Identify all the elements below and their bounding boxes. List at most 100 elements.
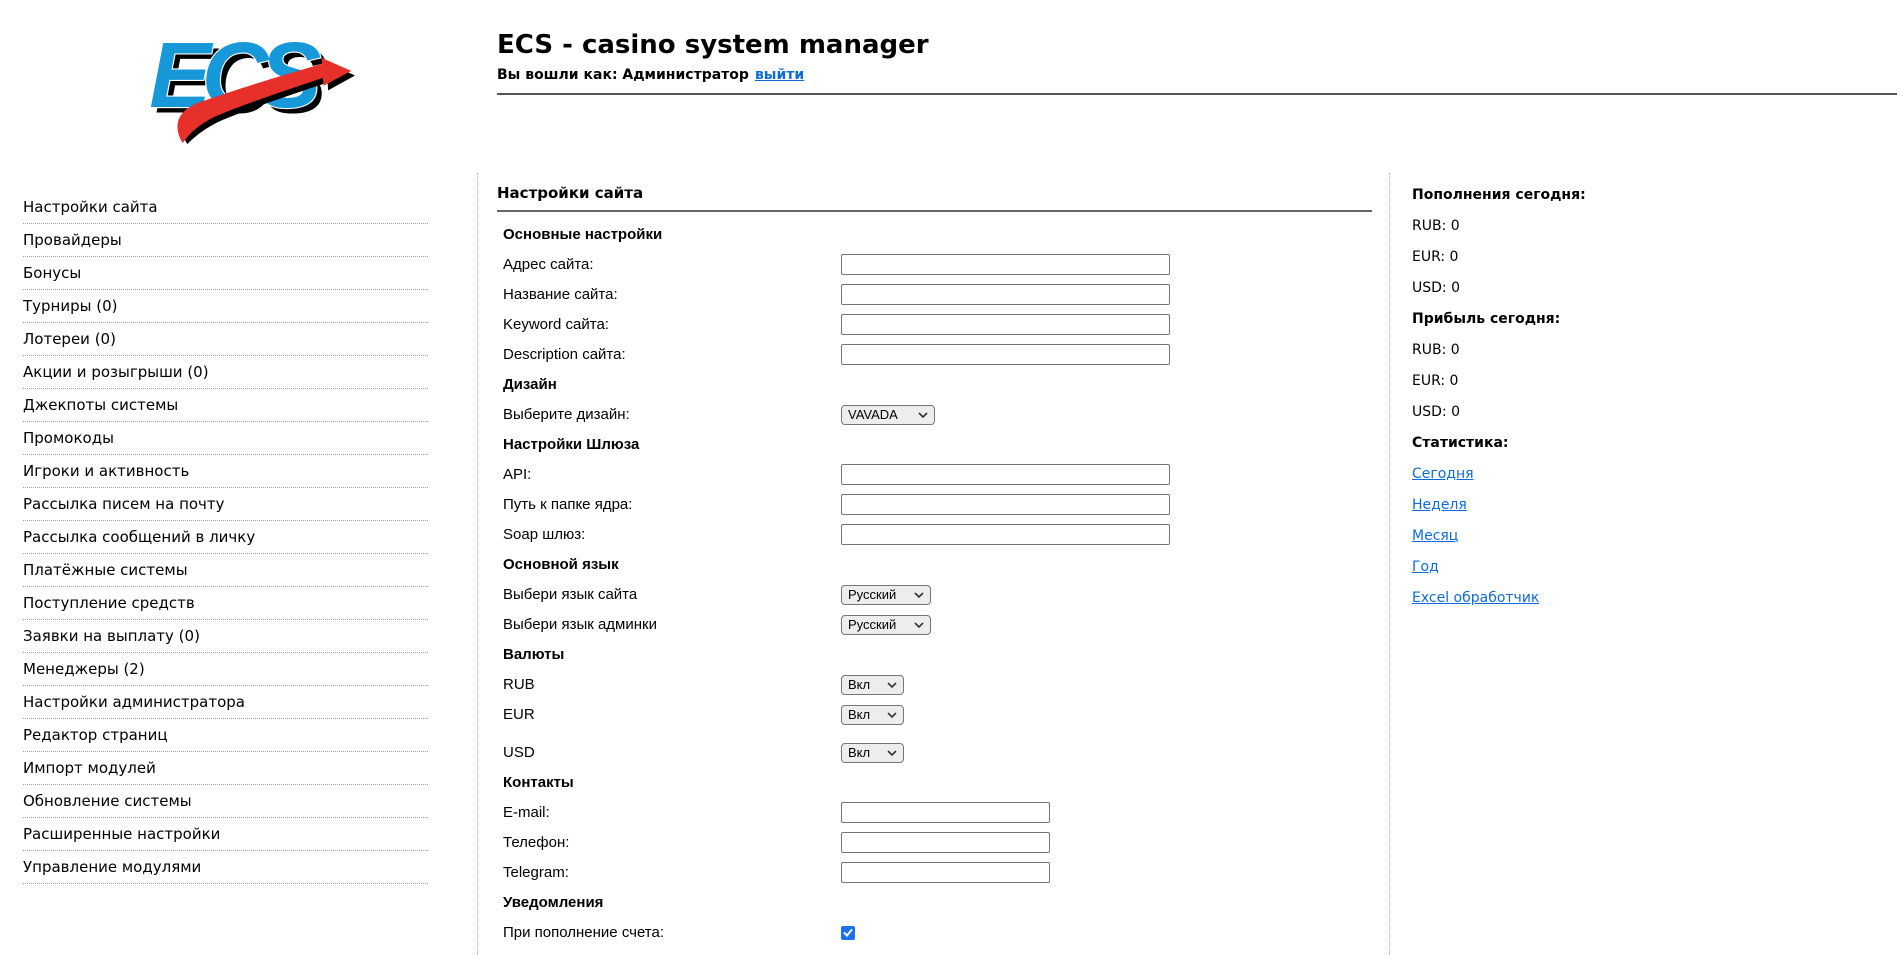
field-label: Телефон:: [503, 834, 570, 851]
stats-sidebar: Пополнения сегодня: RUB: 0 EUR: 0 USD: 0 При…: [1390, 173, 1903, 955]
sidebar-item[interactable]: Лотереи (0): [23, 323, 428, 356]
section-notifications: Уведомления: [503, 894, 604, 911]
chevron-down-icon: [918, 411, 928, 418]
stats-link[interactable]: Месяц: [1412, 528, 1458, 544]
sidebar-item[interactable]: Промокоды: [23, 422, 428, 455]
field-label: API:: [503, 466, 532, 483]
sidebar-item[interactable]: Акции и розыгрыши (0): [23, 356, 428, 389]
field-label: USD: [503, 744, 535, 761]
site-name-input[interactable]: [841, 284, 1170, 305]
email-input[interactable]: [841, 802, 1050, 823]
stats-section-title: Прибыль сегодня:: [1412, 311, 1561, 327]
sidebar-item[interactable]: Заявки на выплату (0): [23, 620, 428, 653]
field-label: Keyword сайта:: [503, 316, 609, 333]
site-keyword-input[interactable]: [841, 314, 1170, 335]
stats-value: EUR: 0: [1412, 373, 1459, 389]
stats-link[interactable]: Сегодня: [1412, 466, 1474, 482]
page-header: ECS ECS ECS - casino system manager Вы в…: [0, 0, 1903, 173]
stats-section-title: Пополнения сегодня:: [1412, 187, 1586, 203]
settings-panel: Настройки сайта Основные настройки Адрес …: [478, 173, 1390, 955]
field-label: Выберите дизайн:: [503, 406, 630, 423]
stats-value: USD: 0: [1412, 404, 1460, 420]
design-select[interactable]: VAVADA: [841, 404, 935, 425]
chevron-down-icon: [914, 591, 924, 598]
section-design: Дизайн: [503, 376, 557, 393]
stats-value: EUR: 0: [1412, 249, 1459, 265]
select-value: Русский: [848, 587, 897, 602]
select-value: Русский: [848, 617, 897, 632]
sidebar-item[interactable]: Настройки администратора: [23, 686, 428, 719]
field-label: Description сайта:: [503, 346, 626, 363]
stats-section-title: Статистика:: [1412, 435, 1509, 451]
phone-input[interactable]: [841, 832, 1050, 853]
field-label: Telegram:: [503, 864, 569, 881]
main-layout: Настройки сайта Провайдеры Бонусы Турниры (…: [0, 173, 1903, 955]
panel-title: Настройки сайта: [497, 183, 1372, 212]
core-folder-path-input[interactable]: [841, 494, 1170, 515]
api-input[interactable]: [841, 464, 1170, 485]
field-label: Название сайта:: [503, 286, 618, 303]
select-value: Вкл: [848, 707, 871, 722]
section-contacts: Контакты: [503, 774, 574, 791]
sidebar-item[interactable]: Игроки и активность: [23, 455, 428, 488]
stats-link[interactable]: Excel обработчик: [1412, 590, 1539, 606]
usd-select[interactable]: Вкл: [841, 742, 904, 763]
deposit-notification-checkbox[interactable]: [841, 925, 855, 940]
sidebar-item[interactable]: Рассылка писем на почту: [23, 488, 428, 521]
sidebar-item[interactable]: Расширенные настройки: [23, 818, 428, 851]
eur-select[interactable]: Вкл: [841, 704, 904, 725]
ecs-logo: ECS ECS: [148, 22, 355, 145]
sidebar-item[interactable]: Управление модулями: [23, 851, 428, 884]
field-label: Путь к папке ядра:: [503, 496, 633, 513]
chevron-down-icon: [887, 711, 897, 718]
sidebar-item[interactable]: Поступление средств: [23, 587, 428, 620]
sidebar-item[interactable]: Бонусы: [23, 257, 428, 290]
telegram-input[interactable]: [841, 862, 1050, 883]
header-divider: [497, 93, 1897, 95]
sidebar-item[interactable]: Рассылка сообщений в личку: [23, 521, 428, 554]
stats-value: RUB: 0: [1412, 342, 1460, 358]
stats-value: RUB: 0: [1412, 218, 1460, 234]
login-status-label: Вы вошли как: Администратор: [497, 67, 749, 83]
select-value: Вкл: [848, 677, 871, 692]
admin-language-select[interactable]: Русский: [841, 614, 931, 635]
sidebar-item[interactable]: Джекпоты системы: [23, 389, 428, 422]
checkmark-icon: [843, 928, 853, 937]
section-main-settings: Основные настройки: [503, 226, 663, 243]
site-description-input[interactable]: [841, 344, 1170, 365]
sidebar-item[interactable]: Обновление системы: [23, 785, 428, 818]
field-label: При пополнение счета:: [503, 924, 665, 941]
field-label: E-mail:: [503, 804, 550, 821]
section-language: Основной язык: [503, 556, 619, 573]
sidebar-item[interactable]: Импорт модулей: [23, 752, 428, 785]
logout-link[interactable]: выйти: [755, 67, 804, 83]
sidebar-item[interactable]: Турниры (0): [23, 290, 428, 323]
field-label: Выбери язык сайта: [503, 586, 638, 603]
field-label: Выбери язык админки: [503, 616, 657, 633]
select-value: VAVADA: [848, 407, 898, 422]
field-label: EUR: [503, 706, 535, 723]
chevron-down-icon: [914, 621, 924, 628]
site-settings-form: Основные настройки Адрес сайта: Название с…: [503, 224, 1389, 943]
site-language-select[interactable]: Русский: [841, 584, 931, 605]
site-address-input[interactable]: [841, 254, 1170, 275]
page-title: ECS - casino system manager: [497, 30, 929, 60]
select-value: Вкл: [848, 745, 871, 760]
sidebar-item[interactable]: Платёжные системы: [23, 554, 428, 587]
chevron-down-icon: [887, 749, 897, 756]
sidebar-item[interactable]: Менеджеры (2): [23, 653, 428, 686]
field-label: RUB: [503, 676, 535, 693]
sidebar: Настройки сайта Провайдеры Бонусы Турниры (…: [0, 173, 478, 955]
sidebar-item[interactable]: Провайдеры: [23, 224, 428, 257]
sidebar-item[interactable]: Редактор страниц: [23, 719, 428, 752]
section-gateway: Настройки Шлюза: [503, 436, 640, 453]
sidebar-menu: Настройки сайта Провайдеры Бонусы Турниры (…: [23, 191, 428, 884]
sidebar-item[interactable]: Настройки сайта: [23, 191, 428, 224]
soap-gateway-input[interactable]: [841, 524, 1170, 545]
field-label: Soap шлюз:: [503, 526, 586, 543]
stats-link[interactable]: Неделя: [1412, 497, 1467, 513]
stats-link[interactable]: Год: [1412, 559, 1439, 575]
chevron-down-icon: [887, 681, 897, 688]
section-currencies: Валюты: [503, 646, 565, 663]
rub-select[interactable]: Вкл: [841, 674, 904, 695]
